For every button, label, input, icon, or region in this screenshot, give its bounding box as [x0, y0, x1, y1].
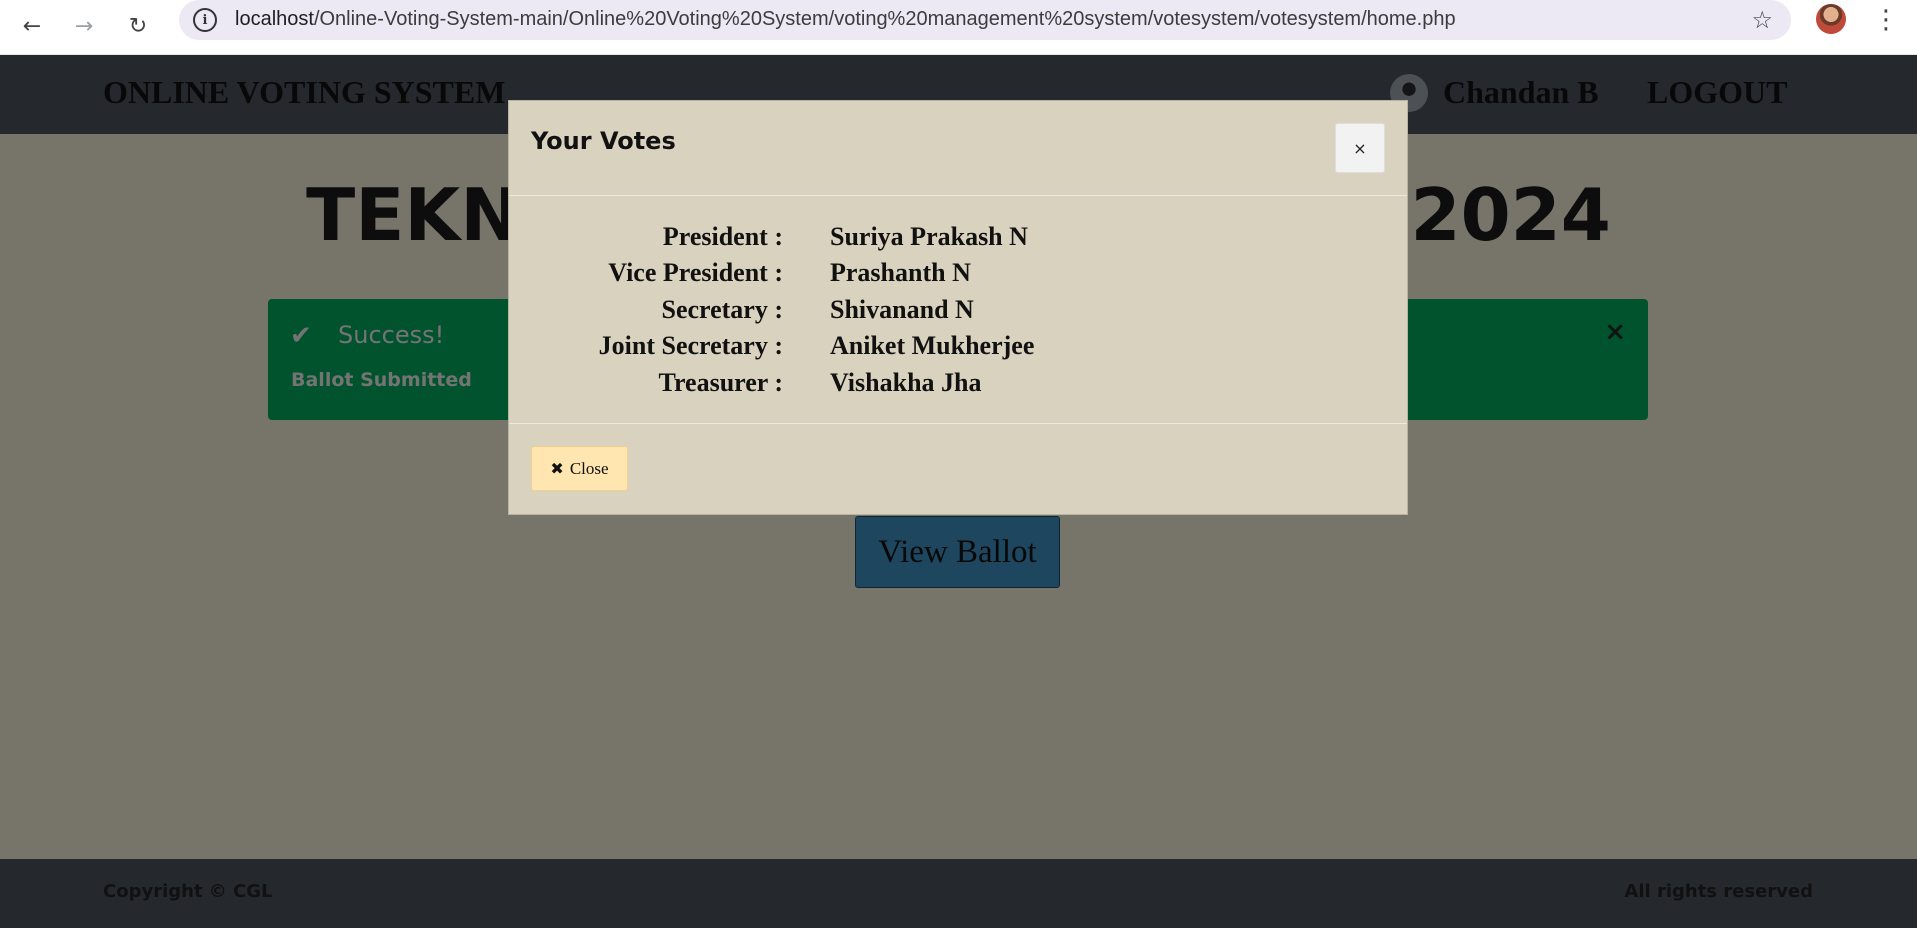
- modal-title: Your Votes: [531, 127, 676, 155]
- bookmark-star-icon[interactable]: ☆: [1751, 6, 1773, 34]
- profile-avatar-icon[interactable]: [1816, 4, 1846, 34]
- modal-close-icon[interactable]: ×: [1335, 123, 1385, 173]
- vote-position: Secretary :: [661, 295, 783, 324]
- vote-position: Treasurer :: [658, 368, 783, 397]
- browser-toolbar: ← → ↻ i localhost/Online-Voting-System-m…: [0, 0, 1917, 55]
- site-info-icon[interactable]: i: [193, 8, 217, 32]
- back-arrow-icon[interactable]: ←: [12, 6, 52, 46]
- url-text[interactable]: localhost/Online-Voting-System-main/Onli…: [235, 8, 1456, 31]
- vote-row: Treasurer : Vishakha Jha: [509, 368, 1407, 404]
- vote-row: Joint Secretary : Aniket Mukherjee: [509, 331, 1407, 367]
- vote-row: President : Suriya Prakash N: [509, 222, 1407, 258]
- modal-body: President : Suriya Prakash N Vice Presid…: [509, 196, 1407, 424]
- forward-arrow-icon[interactable]: →: [64, 6, 104, 46]
- vote-candidate: Vishakha Jha: [830, 368, 982, 397]
- vote-candidate: Aniket Mukherjee: [830, 331, 1035, 360]
- votes-modal: Your Votes × President : Suriya Prakash …: [508, 100, 1408, 515]
- close-button-label: Close: [569, 458, 609, 478]
- modal-footer: ✖ Close: [509, 424, 1407, 516]
- address-bar[interactable]: i localhost/Online-Voting-System-main/On…: [179, 0, 1791, 40]
- modal-header: Your Votes ×: [509, 101, 1407, 196]
- url-host: localhost: [235, 8, 314, 30]
- vote-candidate: Shivanand N: [830, 295, 974, 324]
- vote-position: Vice President :: [608, 258, 783, 287]
- vote-row: Vice President : Prashanth N: [509, 258, 1407, 294]
- vote-position: President :: [662, 222, 783, 251]
- url-path: /Online-Voting-System-main/Online%20Voti…: [313, 8, 1456, 30]
- vote-position: Joint Secretary :: [598, 331, 783, 360]
- close-x-icon: ✖: [550, 459, 564, 478]
- vote-row: Secretary : Shivanand N: [509, 295, 1407, 331]
- vote-candidate: Prashanth N: [830, 258, 971, 287]
- close-button[interactable]: ✖ Close: [531, 446, 628, 491]
- browser-menu-icon[interactable]: ⋮: [1872, 2, 1900, 38]
- reload-icon[interactable]: ↻: [118, 6, 158, 46]
- vote-candidate: Suriya Prakash N: [830, 222, 1028, 251]
